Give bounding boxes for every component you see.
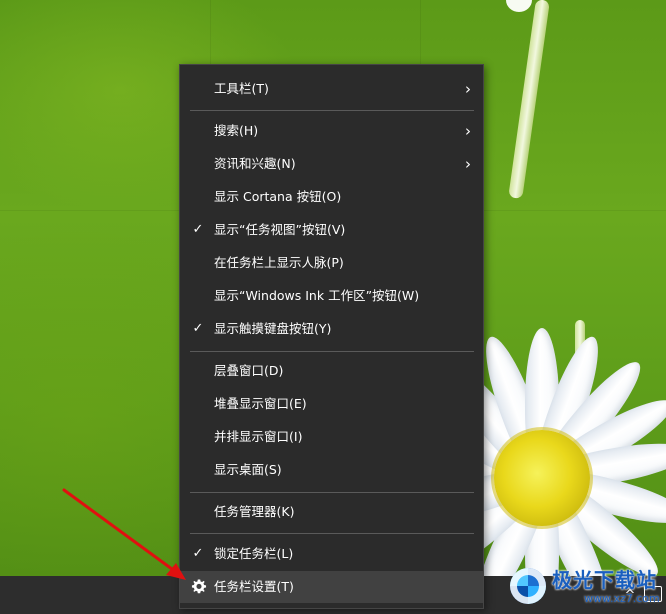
menu-item-show-people[interactable]: 在任务栏上显示人脉(P) (180, 247, 483, 279)
menu-separator (190, 110, 474, 111)
menu-item-show-touch-keyboard-button[interactable]: ✓ 显示触摸键盘按钮(Y) (180, 313, 483, 345)
menu-item-news-and-interests[interactable]: 资讯和兴趣(N) › (180, 148, 483, 180)
menu-item-label: 显示“任务视图”按钮(V) (214, 222, 346, 237)
chevron-right-icon: › (465, 80, 471, 98)
taskbar-context-menu: 工具栏(T) › 搜索(H) › 资讯和兴趣(N) › 显示 Cortana 按… (179, 64, 484, 609)
checkmark-icon: ✓ (192, 321, 204, 336)
menu-item-show-task-view-button[interactable]: ✓ 显示“任务视图”按钮(V) (180, 214, 483, 246)
menu-item-show-desktop[interactable]: 显示桌面(S) (180, 454, 483, 486)
menu-item-label: 资讯和兴趣(N) (214, 156, 296, 171)
menu-item-toolbars[interactable]: 工具栏(T) › (180, 73, 483, 105)
watermark: 极光下载站 www.xz7.com (508, 560, 666, 610)
menu-item-label: 任务栏设置(T) (214, 579, 294, 594)
checkmark-icon: ✓ (192, 546, 204, 561)
checkmark-icon: ✓ (192, 222, 204, 237)
menu-item-label: 并排显示窗口(I) (214, 429, 303, 444)
menu-item-taskbar-settings[interactable]: 任务栏设置(T) (180, 571, 483, 603)
menu-item-lock-taskbar[interactable]: ✓ 锁定任务栏(L) (180, 538, 483, 570)
daisy-center (494, 430, 590, 526)
menu-item-label: 在任务栏上显示人脉(P) (214, 255, 344, 270)
menu-item-show-windows-ink-button[interactable]: 显示“Windows Ink 工作区”按钮(W) (180, 280, 483, 312)
menu-item-label: 任务管理器(K) (214, 504, 295, 519)
menu-item-show-cortana-button[interactable]: 显示 Cortana 按钮(O) (180, 181, 483, 213)
menu-item-cascade-windows[interactable]: 层叠窗口(D) (180, 355, 483, 387)
menu-item-label: 锁定任务栏(L) (214, 546, 294, 561)
menu-item-label: 显示桌面(S) (214, 462, 282, 477)
menu-item-search[interactable]: 搜索(H) › (180, 115, 483, 147)
menu-separator (190, 533, 474, 534)
watermark-logo-icon (510, 568, 546, 604)
gear-icon (191, 579, 207, 594)
menu-item-label: 搜索(H) (214, 123, 259, 138)
menu-item-side-by-side-windows[interactable]: 并排显示窗口(I) (180, 421, 483, 453)
menu-item-task-manager[interactable]: 任务管理器(K) (180, 496, 483, 528)
flower-bud (506, 0, 532, 12)
menu-item-stack-windows[interactable]: 堆叠显示窗口(E) (180, 388, 483, 420)
menu-item-label: 显示“Windows Ink 工作区”按钮(W) (214, 288, 420, 303)
watermark-title: 极光下载站 (552, 568, 657, 592)
menu-item-label: 显示 Cortana 按钮(O) (214, 189, 342, 204)
menu-item-label: 显示触摸键盘按钮(Y) (214, 321, 332, 336)
menu-separator (190, 351, 474, 352)
menu-item-label: 层叠窗口(D) (214, 363, 284, 378)
menu-item-label: 工具栏(T) (214, 81, 269, 96)
chevron-right-icon: › (465, 122, 471, 140)
watermark-url: www.xz7.com (584, 592, 660, 605)
menu-separator (190, 492, 474, 493)
menu-item-label: 堆叠显示窗口(E) (214, 396, 307, 411)
chevron-right-icon: › (465, 155, 471, 173)
flower-stem (508, 0, 550, 200)
